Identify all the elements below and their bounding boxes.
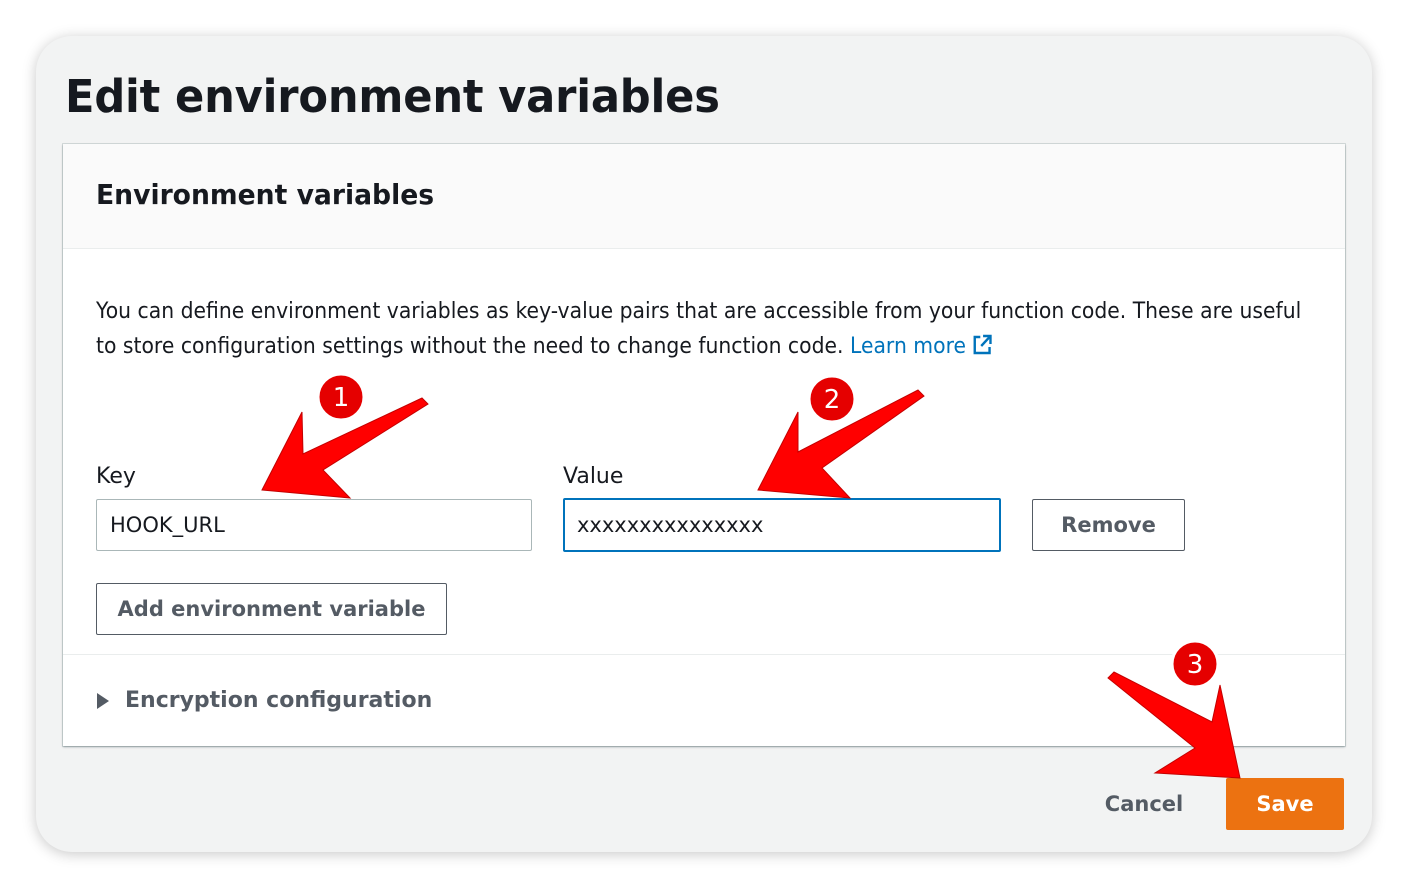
external-link-icon <box>972 332 992 367</box>
learn-more-label: Learn more <box>849 334 967 359</box>
cancel-button[interactable]: Cancel <box>1096 778 1192 830</box>
description-text: You can define environment variables as … <box>96 299 1302 359</box>
panel-header: Environment variables <box>63 144 1345 249</box>
value-label: Value <box>563 464 624 489</box>
section-divider <box>63 654 1345 655</box>
value-input[interactable] <box>563 498 1001 552</box>
save-button[interactable]: Save <box>1226 778 1344 830</box>
dialog-frame: Edit environment variables Environment v… <box>36 36 1372 852</box>
encryption-configuration-expander[interactable]: Encryption configuration <box>97 688 432 713</box>
page-title: Edit environment variables <box>65 70 720 123</box>
add-environment-variable-button[interactable]: Add environment variable <box>96 583 447 635</box>
panel-title: Environment variables <box>96 178 435 211</box>
learn-more-link[interactable]: Learn more <box>850 334 992 359</box>
panel-description: You can define environment variables as … <box>96 294 1326 367</box>
caret-right-icon <box>97 692 109 709</box>
key-input[interactable] <box>96 499 532 551</box>
remove-button[interactable]: Remove <box>1032 499 1185 551</box>
encryption-configuration-label: Encryption configuration <box>125 688 433 713</box>
key-label: Key <box>96 464 136 489</box>
environment-variables-panel: Environment variables You can define env… <box>63 144 1345 746</box>
